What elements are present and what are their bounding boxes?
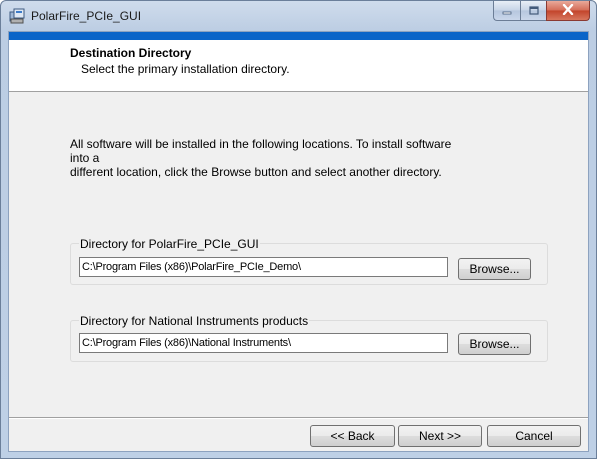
maximize-button[interactable]	[520, 1, 546, 21]
title-bar[interactable]: PolarFire_PCIe_GUI	[1, 1, 596, 31]
instructions-line-1: All software will be installed in the fo…	[70, 137, 452, 165]
footer-separator	[9, 417, 588, 419]
page-subtitle: Select the primary installation director…	[81, 62, 290, 76]
directory-path-field-ni[interactable]: C:\Program Files (x86)\National Instrume…	[79, 333, 448, 353]
minimize-icon	[502, 4, 512, 18]
installer-app-icon	[9, 8, 25, 24]
directory-label-gui: Directory for PolarFire_PCIe_GUI	[79, 237, 260, 251]
installer-window: PolarFire_PCIe_GUI Destination Directory…	[0, 0, 597, 459]
directory-path-field-gui[interactable]: C:\Program Files (x86)\PolarFire_PCIe_De…	[79, 257, 448, 277]
maximize-icon	[528, 4, 539, 18]
window-title: PolarFire_PCIe_GUI	[31, 9, 142, 23]
browse-button-ni[interactable]: Browse...	[458, 333, 531, 355]
back-button[interactable]: << Back	[310, 425, 395, 447]
minimize-button[interactable]	[493, 1, 520, 21]
dialog-content: Destination Directory Select the primary…	[8, 31, 589, 452]
instructions-text: All software will be installed in the fo…	[70, 137, 470, 179]
wizard-header: Destination Directory Select the primary…	[9, 40, 588, 92]
cancel-button[interactable]: Cancel	[487, 425, 581, 447]
close-icon	[562, 3, 574, 18]
browse-button-gui[interactable]: Browse...	[458, 258, 531, 280]
next-button[interactable]: Next >>	[398, 425, 482, 447]
page-title: Destination Directory	[70, 46, 192, 60]
close-button[interactable]	[546, 1, 590, 21]
accent-strip	[9, 32, 588, 40]
caption-buttons	[493, 1, 590, 21]
instructions-line-2: different location, click the Browse but…	[70, 165, 442, 179]
directory-label-ni: Directory for National Instruments produ…	[79, 314, 310, 328]
